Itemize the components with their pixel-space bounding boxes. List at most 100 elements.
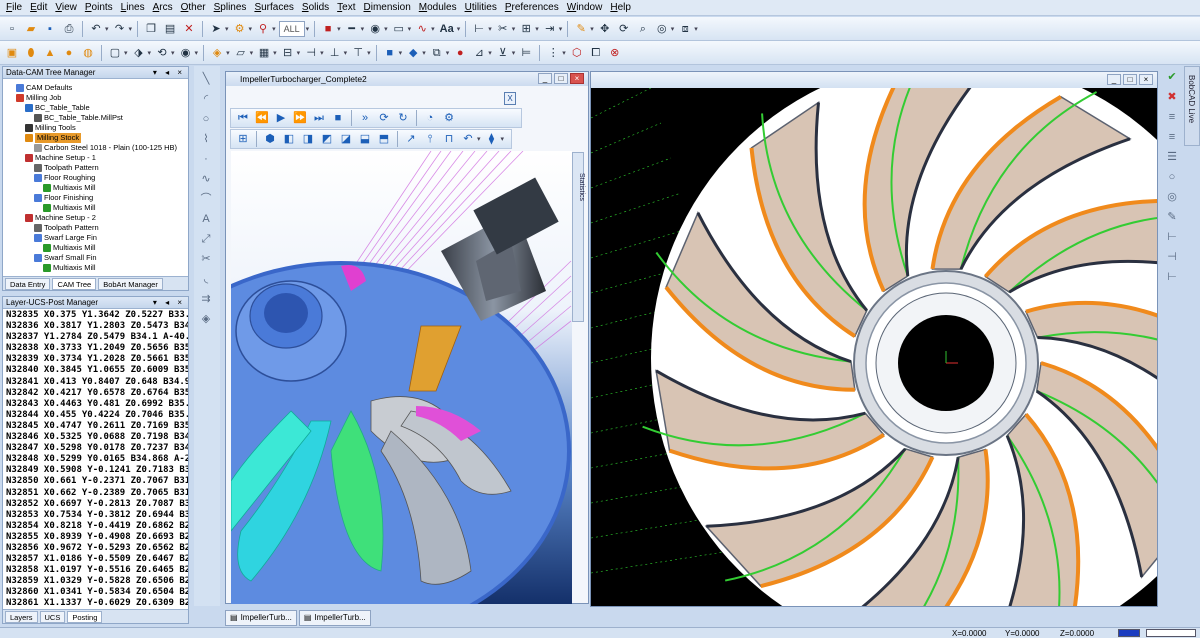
solid-box-icon[interactable]: ■ <box>382 45 398 61</box>
align-icon[interactable]: ⊣ <box>1165 250 1179 264</box>
view-cube-icon[interactable]: ⧈ <box>677 21 693 37</box>
open-folder-icon[interactable]: ▰ <box>23 21 39 37</box>
main-viewport-titlebar[interactable]: _ □ × <box>591 72 1157 88</box>
layers-icon[interactable]: ☰ <box>1165 150 1179 164</box>
rectangle-icon[interactable]: ▭ <box>391 21 407 37</box>
zoom-icon[interactable]: ⌕ <box>635 21 651 37</box>
stop-icon[interactable]: ■ <box>330 110 346 126</box>
menu-surfaces[interactable]: Surfaces <box>254 0 293 16</box>
sphere-icon[interactable]: ● <box>61 45 77 61</box>
doc-tab-2[interactable]: ▤ ImpellerTurb... <box>298 610 371 626</box>
polyline-tool-icon[interactable]: ⌇ <box>199 132 213 146</box>
step-back-icon[interactable]: ⏪ <box>254 110 270 126</box>
cad-viewport[interactable] <box>591 88 1157 606</box>
select-arrow-icon[interactable]: ➤ <box>208 21 224 37</box>
spline-icon[interactable]: ∿ <box>414 21 430 37</box>
paste-icon[interactable]: ▤ <box>162 21 178 37</box>
menu-file[interactable]: File <box>6 0 22 16</box>
tree-item[interactable]: Swarf Small Fin <box>34 253 97 263</box>
circle-tool-icon[interactable]: ○ <box>199 112 213 126</box>
tree-item[interactable]: CAM Defaults <box>16 83 72 93</box>
tree-item[interactable]: Multiaxis Mill <box>43 183 96 193</box>
tab-cam-tree[interactable]: CAM Tree <box>52 278 97 290</box>
text-tool-icon[interactable]: Aa <box>438 21 456 37</box>
line-style-swatch[interactable] <box>1146 629 1196 637</box>
redo-icon[interactable]: ↷ <box>112 21 128 37</box>
spline-tool-icon[interactable]: ∿ <box>199 172 213 186</box>
skip-end-icon[interactable]: ⏭ <box>311 110 327 126</box>
line-tool-icon[interactable]: ╲ <box>199 72 213 86</box>
statistics-side-tab[interactable]: Statistics <box>572 152 585 322</box>
tool-holder-icon[interactable]: ⫯ <box>422 131 438 147</box>
undo-view-icon[interactable]: ↶ <box>460 131 476 147</box>
tree-item[interactable]: Floor Finishing <box>34 193 93 203</box>
settings-icon[interactable]: ⚙ <box>441 110 457 126</box>
align-icon[interactable]: ⊢ <box>1165 230 1179 244</box>
menu-solids[interactable]: Solids <box>302 0 329 16</box>
trim-tool-icon[interactable]: ✂ <box>199 252 213 266</box>
cone-icon[interactable]: ▲ <box>42 45 58 61</box>
offset-icon[interactable]: ⊥ <box>327 45 343 61</box>
print-icon[interactable]: ⎙ <box>61 21 77 37</box>
menu-lines[interactable]: Lines <box>121 0 145 16</box>
view-eye-icon[interactable]: ◉ <box>178 45 194 61</box>
circle-icon[interactable]: ○ <box>1165 170 1179 184</box>
offset-tool-icon[interactable]: ⇉ <box>199 292 213 306</box>
menu-text[interactable]: Text <box>337 0 355 16</box>
stock-icon[interactable]: ⊓ <box>441 131 457 147</box>
torus-icon[interactable]: ◍ <box>80 45 96 61</box>
tree-item[interactable]: Multiaxis Mill <box>43 263 96 273</box>
current-color-swatch[interactable] <box>1118 629 1140 637</box>
list-icon[interactable]: ≡ <box>1165 130 1179 144</box>
point-tool-icon[interactable]: · <box>199 152 213 166</box>
tab-layers[interactable]: Layers <box>5 611 38 623</box>
menu-arcs[interactable]: Arcs <box>153 0 173 16</box>
loop-icon[interactable]: ⟳ <box>376 110 392 126</box>
speed-gauge-icon[interactable]: ◔ <box>422 110 438 126</box>
tree-item[interactable]: Machine Setup - 2 <box>25 213 96 223</box>
frame-icon[interactable]: ▢ <box>107 45 123 61</box>
menu-view[interactable]: View <box>55 0 77 16</box>
impeller-window-titlebar[interactable]: ImpellerTurbocharger_Complete2 _ □ × <box>226 72 588 86</box>
copy-icon[interactable]: ❐ <box>143 21 159 37</box>
view-right-icon[interactable]: ◪ <box>338 131 354 147</box>
view-bottom-icon[interactable]: ⬒ <box>376 131 392 147</box>
view-back-icon[interactable]: ◨ <box>300 131 316 147</box>
stitch-icon[interactable]: ⧠ <box>588 45 604 61</box>
simulation-render-view[interactable] <box>231 151 572 604</box>
line-style-icon[interactable]: ━ <box>344 21 360 37</box>
section-icon[interactable]: ⊟ <box>280 45 296 61</box>
step-forward-icon[interactable]: ⏩ <box>292 110 308 126</box>
draft-icon[interactable]: ⊻ <box>495 45 511 61</box>
view-front-icon[interactable]: ◧ <box>281 131 297 147</box>
pattern-icon[interactable]: ⋮ <box>545 45 561 61</box>
boolean-icon[interactable]: ⧉ <box>429 45 445 61</box>
viewport-minimize-button[interactable]: _ <box>1107 74 1121 85</box>
tab-bobart-manager[interactable]: BobArt Manager <box>98 278 163 290</box>
curve-tool-icon[interactable]: ⌒ <box>199 192 213 206</box>
chamfer-icon[interactable]: ⊿ <box>471 45 487 61</box>
measure-icon[interactable]: ⊞ <box>518 21 534 37</box>
view-top-icon[interactable]: ⬓ <box>357 131 373 147</box>
tab-data-entry[interactable]: Data Entry <box>5 278 51 290</box>
menu-preferences[interactable]: Preferences <box>505 0 559 16</box>
orbit-icon[interactable]: ◎ <box>654 21 670 37</box>
panel-controls[interactable]: ▾ ◂ × <box>153 67 188 78</box>
arc-tool-icon[interactable]: ◜ <box>199 92 213 106</box>
rotate-icon[interactable]: ⟳ <box>616 21 632 37</box>
move-icon[interactable]: ✥ <box>597 21 613 37</box>
delete-icon[interactable]: ✕ <box>181 21 197 37</box>
tab-ucs[interactable]: UCS <box>39 611 66 623</box>
mirror-icon[interactable]: ⊨ <box>518 45 534 61</box>
new-file-icon[interactable]: ▫ <box>4 21 20 37</box>
trim-icon[interactable]: ✂ <box>495 21 511 37</box>
tool-path-icon[interactable]: ↗ <box>403 131 419 147</box>
select-filter-icon[interactable]: ⚙ <box>232 21 248 37</box>
tab-posting[interactable]: Posting <box>67 611 103 623</box>
edit-icon[interactable]: ✎ <box>1165 210 1179 224</box>
surface-tool-icon[interactable]: ◈ <box>199 312 213 326</box>
cancel-x-icon[interactable]: ✖ <box>1165 90 1179 104</box>
tree-item[interactable]: BC_Table_Table.MillPst <box>34 113 123 123</box>
menu-help[interactable]: Help <box>610 0 631 16</box>
tree-item[interactable]: Carbon Steel 1018 - Plain (100-125 HB) <box>34 143 177 153</box>
